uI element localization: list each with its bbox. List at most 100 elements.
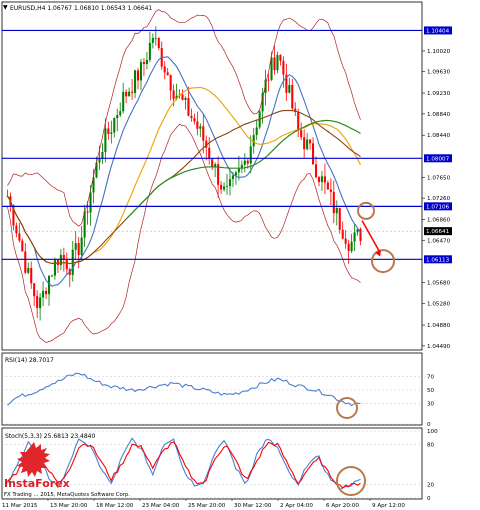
level-tag-label: 1.06113 [426, 257, 450, 263]
osc-tick-label: 30 [427, 402, 435, 408]
candle-body [326, 182, 329, 190]
candle-body [338, 207, 341, 230]
candle-body [148, 42, 151, 60]
candle-body [80, 237, 83, 256]
candle-body [273, 57, 276, 71]
candle-body [77, 243, 80, 256]
candle-body [225, 186, 229, 187]
candle-body [53, 260, 56, 276]
current-price-label: 1.06641 [426, 229, 450, 235]
y-tick-label: 1.08440 [427, 133, 451, 139]
candle-body [187, 97, 190, 116]
candle-body [234, 172, 237, 176]
candle-body [89, 192, 92, 213]
candle-body [314, 164, 318, 178]
candle-body [45, 290, 48, 295]
candle-body [151, 38, 154, 43]
candle-body [107, 128, 110, 134]
candle-body [297, 111, 300, 131]
candle-body [291, 84, 294, 109]
osc-tick-label: 100 [427, 429, 438, 435]
candle-body [267, 79, 270, 81]
stoch-title: Stoch(5,3,3) 25.6813 23.4840 [5, 433, 96, 440]
osc-tick-label: 50 [427, 388, 435, 394]
candle-body [169, 75, 172, 91]
candle-body [134, 70, 137, 93]
y-tick-label: 1.10020 [427, 49, 451, 55]
x-tick-label: 2 Apr 04:00 [280, 503, 313, 509]
candle-body [15, 225, 18, 234]
y-tick-label: 1.09230 [427, 91, 451, 97]
candle-body [255, 127, 258, 136]
x-tick-label: 23 Mar 04:00 [142, 503, 180, 509]
y-tick-label: 1.07650 [427, 175, 451, 181]
candle-body [139, 62, 143, 81]
candle-body [190, 115, 193, 119]
main-panel [1, 1, 423, 351]
candle-body [86, 211, 89, 213]
candle-body [223, 186, 226, 190]
candle-body [119, 111, 122, 116]
candle-body [231, 175, 234, 180]
candle-body [317, 177, 321, 183]
x-tick-label: 9 Apr 12:00 [372, 503, 405, 509]
candle-body [193, 118, 196, 122]
candle-body [347, 243, 350, 252]
candle-body [65, 259, 68, 270]
candle-body [323, 176, 326, 183]
x-tick-label: 11 Mar 2015 [2, 503, 38, 509]
candle-body [306, 139, 309, 150]
level-tag-label: 1.08007 [426, 156, 450, 162]
candle-body [300, 130, 303, 138]
osc-tick-label: 0 [427, 422, 431, 428]
candle-body [320, 176, 323, 183]
x-tick-label: 6 Apr 20:00 [326, 503, 359, 509]
rsi-panel [1, 352, 423, 426]
instaforex-brand: InstaForex [4, 477, 70, 490]
candle-body [228, 179, 232, 187]
candle-body [166, 72, 169, 76]
y-tick-label: 1.05280 [427, 302, 451, 308]
candle-body [50, 275, 54, 277]
candle-body [303, 137, 306, 150]
candle-body [172, 90, 175, 99]
candle-body [36, 296, 39, 309]
osc-tick-label: 70 [427, 374, 435, 380]
y-tick-label: 1.04880 [427, 323, 451, 329]
candle-body [33, 283, 36, 297]
candle-body [145, 59, 148, 65]
candle-body [332, 191, 335, 214]
candle-body [116, 115, 119, 119]
candle-body [309, 139, 312, 144]
candle-body [246, 160, 249, 164]
x-tick-label: 13 Mar 20:00 [50, 503, 88, 509]
candle-body [104, 128, 107, 152]
level-tag: 1.08007 [424, 154, 452, 163]
candle-body [329, 189, 332, 192]
level-tag: 1.06113 [424, 255, 452, 264]
level-tag: 1.07106 [424, 202, 452, 211]
candle-body [196, 121, 199, 129]
candle-body [276, 54, 279, 71]
candle-body [47, 276, 51, 295]
candle-body [18, 233, 21, 241]
candle-body [74, 243, 77, 250]
y-tick-label: 1.04490 [427, 344, 451, 350]
osc-tick-label: 0 [427, 496, 431, 502]
candle-body [110, 132, 113, 134]
osc-tick-label: 80 [427, 442, 435, 448]
candle-body [202, 126, 205, 141]
level-tag-label: 1.10404 [426, 28, 450, 34]
candle-body [128, 91, 131, 97]
candle-body [39, 297, 42, 309]
candle-body [56, 260, 59, 266]
candle-body [181, 94, 184, 100]
y-tick-label: 1.09630 [427, 70, 451, 76]
collapse-arrow-icon[interactable]: ▼ [3, 4, 8, 11]
rsi-title: RSI(14) 28.7017 [5, 357, 54, 364]
current-price-tag: 1.06641 [424, 227, 452, 236]
candle-body [312, 143, 315, 165]
candle-body [353, 232, 356, 242]
candle-body [163, 66, 166, 73]
level-tag-label: 1.07106 [426, 204, 450, 210]
